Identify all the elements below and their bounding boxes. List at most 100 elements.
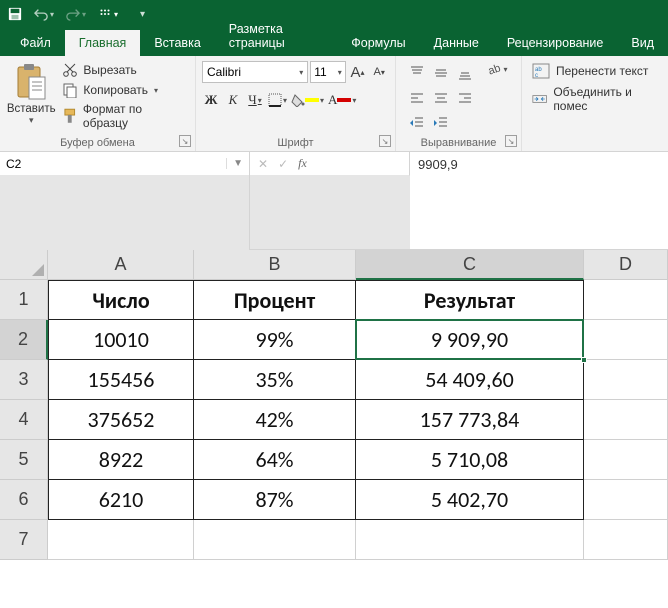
cell-A3[interactable]: 155456 bbox=[48, 360, 194, 400]
tab-page-layout[interactable]: Разметка страницы bbox=[215, 16, 337, 56]
decrease-font-button[interactable]: A▾ bbox=[369, 61, 389, 83]
cell-C5[interactable]: 5 710,08 bbox=[356, 440, 584, 480]
clipboard-launcher[interactable]: ↘ bbox=[179, 135, 191, 147]
cell-C3[interactable]: 54 409,60 bbox=[356, 360, 584, 400]
tab-review[interactable]: Рецензирование bbox=[493, 30, 618, 56]
row-header-3[interactable]: 3 bbox=[0, 360, 48, 400]
merge-label: Объединить и помес bbox=[553, 85, 652, 113]
formula-bar-area: C2 ▼ ✕ ✓ fx 9909,9 bbox=[0, 152, 668, 250]
column-header-A[interactable]: A bbox=[48, 250, 194, 280]
fill-handle[interactable] bbox=[581, 357, 587, 363]
cell-B7[interactable] bbox=[194, 520, 356, 560]
formula-bar-controls: ✕ ✓ fx bbox=[250, 152, 410, 176]
column-header-D[interactable]: D bbox=[584, 250, 668, 280]
cell-A1[interactable]: Число bbox=[48, 280, 194, 320]
cell-B3[interactable]: 35% bbox=[194, 360, 356, 400]
insert-function-button[interactable]: fx bbox=[298, 156, 307, 171]
cell-A4[interactable]: 375652 bbox=[48, 400, 194, 440]
orientation-button[interactable]: ab▾ bbox=[482, 61, 512, 77]
ribbon: Вставить ▾ Вырезать Копировать ▾ Формат … bbox=[0, 56, 668, 152]
align-bottom-button[interactable] bbox=[454, 61, 476, 85]
paste-icon bbox=[14, 63, 48, 101]
tab-view[interactable]: Вид bbox=[617, 30, 668, 56]
row-header-1[interactable]: 1 bbox=[0, 280, 48, 320]
copy-button[interactable]: Копировать ▾ bbox=[60, 81, 189, 99]
wrap-text-button[interactable]: abc Перенести текст bbox=[528, 60, 656, 82]
borders-button[interactable]: ▾ bbox=[268, 89, 287, 111]
undo-icon[interactable]: ▾ bbox=[32, 3, 56, 25]
chevron-down-icon[interactable]: ▼ bbox=[226, 158, 243, 169]
cell-C4[interactable]: 157 773,84 bbox=[356, 400, 584, 440]
font-size-select[interactable]: 11▾ bbox=[310, 61, 346, 83]
cell-B2[interactable]: 99% bbox=[194, 320, 356, 360]
font-name-select[interactable]: Calibri▾ bbox=[202, 61, 308, 83]
cell-D3[interactable] bbox=[584, 360, 668, 400]
increase-indent-button[interactable] bbox=[430, 115, 452, 131]
enter-icon: ✓ bbox=[278, 157, 288, 171]
decrease-indent-button[interactable] bbox=[406, 115, 428, 131]
row-header-4[interactable]: 4 bbox=[0, 400, 48, 440]
cell-D4[interactable] bbox=[584, 400, 668, 440]
bucket-icon bbox=[291, 93, 305, 107]
font-color-button[interactable]: A ▾ bbox=[328, 89, 356, 111]
group-clipboard: Вставить ▾ Вырезать Копировать ▾ Формат … bbox=[0, 56, 196, 151]
cell-A6[interactable]: 6210 bbox=[48, 480, 194, 520]
ribbon-tabs: Файл Главная Вставка Разметка страницы Ф… bbox=[0, 28, 668, 56]
font-launcher[interactable]: ↘ bbox=[379, 135, 391, 147]
cell-C2[interactable]: 9 909,90 bbox=[356, 320, 584, 360]
cell-D7[interactable] bbox=[584, 520, 668, 560]
italic-button[interactable]: К bbox=[224, 89, 242, 111]
tab-file[interactable]: Файл bbox=[6, 30, 65, 56]
format-painter-button[interactable]: Формат по образцу bbox=[60, 101, 189, 131]
cell-C6[interactable]: 5 402,70 bbox=[356, 480, 584, 520]
cell-B5[interactable]: 64% bbox=[194, 440, 356, 480]
increase-font-button[interactable]: A▴ bbox=[348, 61, 368, 83]
group-alignment: ab▾ Выравнивание ↘ bbox=[396, 56, 522, 151]
cell-A5[interactable]: 8922 bbox=[48, 440, 194, 480]
merge-center-button[interactable]: Объединить и помес bbox=[528, 82, 656, 116]
row-header-6[interactable]: 6 bbox=[0, 480, 48, 520]
qat-customize-icon[interactable]: ▾ bbox=[138, 3, 147, 25]
cell-B1[interactable]: Процент bbox=[194, 280, 356, 320]
cell-D2[interactable] bbox=[584, 320, 668, 360]
cell-B6[interactable]: 87% bbox=[194, 480, 356, 520]
tab-insert[interactable]: Вставка bbox=[140, 30, 214, 56]
redo-icon[interactable]: ▾ bbox=[64, 3, 88, 25]
cell-C1[interactable]: Результат bbox=[356, 280, 584, 320]
cell-A2[interactable]: 10010 bbox=[48, 320, 194, 360]
cell-D6[interactable] bbox=[584, 480, 668, 520]
align-left-button[interactable] bbox=[406, 87, 428, 111]
save-icon[interactable] bbox=[6, 3, 24, 25]
align-right-button[interactable] bbox=[454, 87, 476, 111]
cell-A7[interactable] bbox=[48, 520, 194, 560]
row-header-2[interactable]: 2 bbox=[0, 320, 48, 360]
format-painter-label: Формат по образцу bbox=[83, 102, 187, 130]
bold-button[interactable]: Ж bbox=[202, 89, 220, 111]
cell-D5[interactable] bbox=[584, 440, 668, 480]
align-middle-button[interactable] bbox=[430, 61, 452, 85]
cell-B4[interactable]: 42% bbox=[194, 400, 356, 440]
cut-button[interactable]: Вырезать bbox=[60, 61, 189, 79]
align-center-button[interactable] bbox=[430, 87, 452, 111]
cell-D1[interactable] bbox=[584, 280, 668, 320]
tab-home[interactable]: Главная bbox=[65, 30, 141, 56]
row-header-5[interactable]: 5 bbox=[0, 440, 48, 480]
underline-button[interactable]: Ч▾ bbox=[246, 89, 264, 111]
column-header-B[interactable]: B bbox=[194, 250, 356, 280]
tab-formulas[interactable]: Формулы bbox=[337, 30, 419, 56]
group-label-font: Шрифт bbox=[196, 137, 395, 149]
align-top-button[interactable] bbox=[406, 61, 428, 85]
alignment-launcher[interactable]: ↘ bbox=[505, 135, 517, 147]
row-header-7[interactable]: 7 bbox=[0, 520, 48, 560]
select-all-corner[interactable] bbox=[0, 250, 48, 280]
group-label-clipboard: Буфер обмена bbox=[0, 137, 195, 149]
column-header-C[interactable]: C bbox=[356, 250, 584, 280]
scissors-icon bbox=[62, 62, 78, 78]
touch-mode-icon[interactable]: ▾ bbox=[96, 3, 120, 25]
fill-color-button[interactable]: ▾ bbox=[291, 89, 324, 111]
spreadsheet-grid: ABCD 1234567 ЧислоПроцентРезультат100109… bbox=[0, 250, 668, 580]
cell-C7[interactable] bbox=[356, 520, 584, 560]
formula-bar-input[interactable]: 9909,9 bbox=[410, 152, 668, 176]
tab-data[interactable]: Данные bbox=[420, 30, 493, 56]
name-box[interactable]: C2 ▼ bbox=[0, 152, 249, 176]
